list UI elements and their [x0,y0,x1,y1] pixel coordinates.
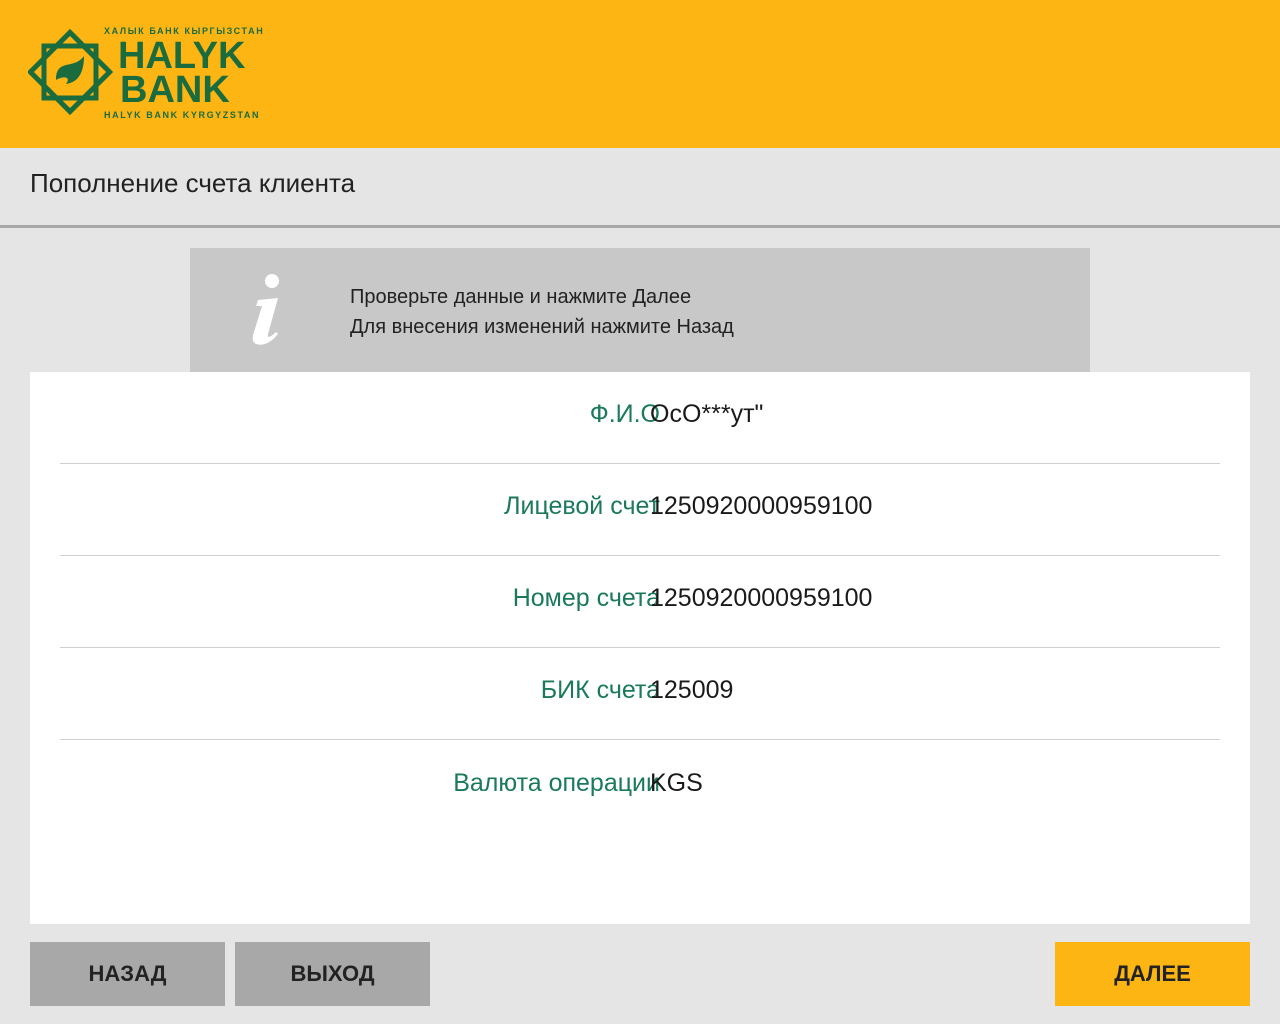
info-icon [252,274,279,345]
halyk-bank-logo: ХАЛЫК БАНК КЫРГЫЗСТАН HALYK BANK HALYK B… [28,24,290,124]
detail-label: Лицевой счет [504,492,660,520]
logo-emblem-icon [28,28,114,116]
detail-value: 1250920000959100 [650,584,873,612]
detail-row-currency: Валюта операции KGS [60,741,1220,833]
detail-row-account-number: Номер счета 1250920000959100 [60,556,1220,648]
detail-row-personal-account: Лицевой счет 1250920000959100 [60,464,1220,556]
details-panel: Ф.И.О ОсО***ут" Лицевой счет 12509200009… [30,372,1250,924]
page-title: Пополнение счета клиента [30,168,356,198]
row-divider [60,739,1220,740]
detail-label: БИК счета [540,676,660,704]
detail-value: 125009 [650,676,734,704]
info-line-check: Проверьте данные и нажмите Далее [350,286,692,308]
back-button[interactable]: НАЗАД [30,942,225,1006]
detail-value: 1250920000959100 [650,492,873,520]
logo-name-line2: BANK [120,69,230,111]
info-line-edit: Для внесения изменений нажмите Назад [350,316,734,338]
exit-button[interactable]: ВЫХОД [235,942,430,1006]
detail-row-fio: Ф.И.О ОсО***ут" [60,372,1220,464]
detail-label: Валюта операции [453,769,660,797]
detail-value: ОсО***ут" [650,400,764,428]
detail-row-bik: БИК счета 125009 [60,648,1220,740]
header-bar: ХАЛЫК БАНК КЫРГЫЗСТАН HALYK BANK HALYK B… [0,0,1280,148]
detail-label: Номер счета [512,584,660,612]
logo-bottom-text: HALYK BANK KYRGYZSTAN [104,110,261,120]
detail-value: KGS [650,769,703,797]
next-button[interactable]: ДАЛЕЕ [1055,942,1250,1006]
info-message-box: Проверьте данные и нажмите Далее Для вне… [190,248,1090,372]
title-bar: Пополнение счета клиента [0,148,1280,228]
